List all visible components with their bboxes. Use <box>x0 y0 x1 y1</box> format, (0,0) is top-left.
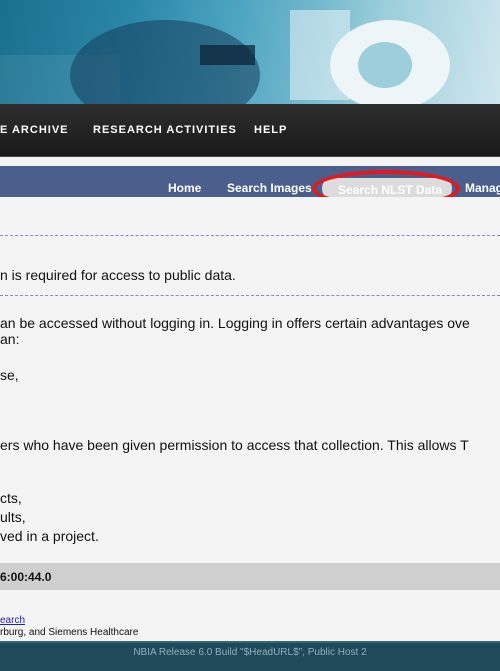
divider <box>0 295 500 296</box>
main-navigation: E ARCHIVE RESEARCH ACTIVITIES HELP <box>0 104 500 157</box>
subnav-manage[interactable]: Manag <box>465 181 500 195</box>
content-line: se, <box>0 367 19 383</box>
main-content: n is required for access to public data.… <box>0 197 500 567</box>
header-banner-image <box>0 0 500 104</box>
content-line: ers who have been given permission to ac… <box>0 437 469 453</box>
subnav-home[interactable]: Home <box>168 181 201 195</box>
content-line: ved in a project. <box>0 528 99 544</box>
timestamp-text: 6:00:44.0 <box>0 570 52 584</box>
banner-monitor <box>200 45 255 65</box>
banner-ct-scanner-bore <box>358 42 412 88</box>
release-text: NBIA Release 6.0 Build "$HeadURL$", Publ… <box>133 647 367 658</box>
divider <box>0 235 500 236</box>
content-line: ults, <box>0 509 26 525</box>
subnav-search-images[interactable]: Search Images <box>227 181 312 195</box>
content-line: cts, <box>0 490 22 506</box>
nav-item-archive[interactable]: E ARCHIVE <box>0 124 69 136</box>
content-line: n is required for access to public data. <box>0 267 236 283</box>
release-bar: NBIA Release 6.0 Build "$HeadURL$", Publ… <box>0 641 500 671</box>
content-line: an: <box>0 331 20 347</box>
timestamp-bar: 6:00:44.0 <box>0 563 500 590</box>
nav-item-research-activities[interactable]: RESEARCH ACTIVITIES <box>93 124 237 136</box>
footer-credits: rburg, and Siemens Healthcare <box>0 627 139 638</box>
footer-search-link[interactable]: earch <box>0 615 25 626</box>
content-line: an be accessed without logging in. Loggi… <box>0 315 470 331</box>
nav-item-help[interactable]: HELP <box>254 124 287 136</box>
